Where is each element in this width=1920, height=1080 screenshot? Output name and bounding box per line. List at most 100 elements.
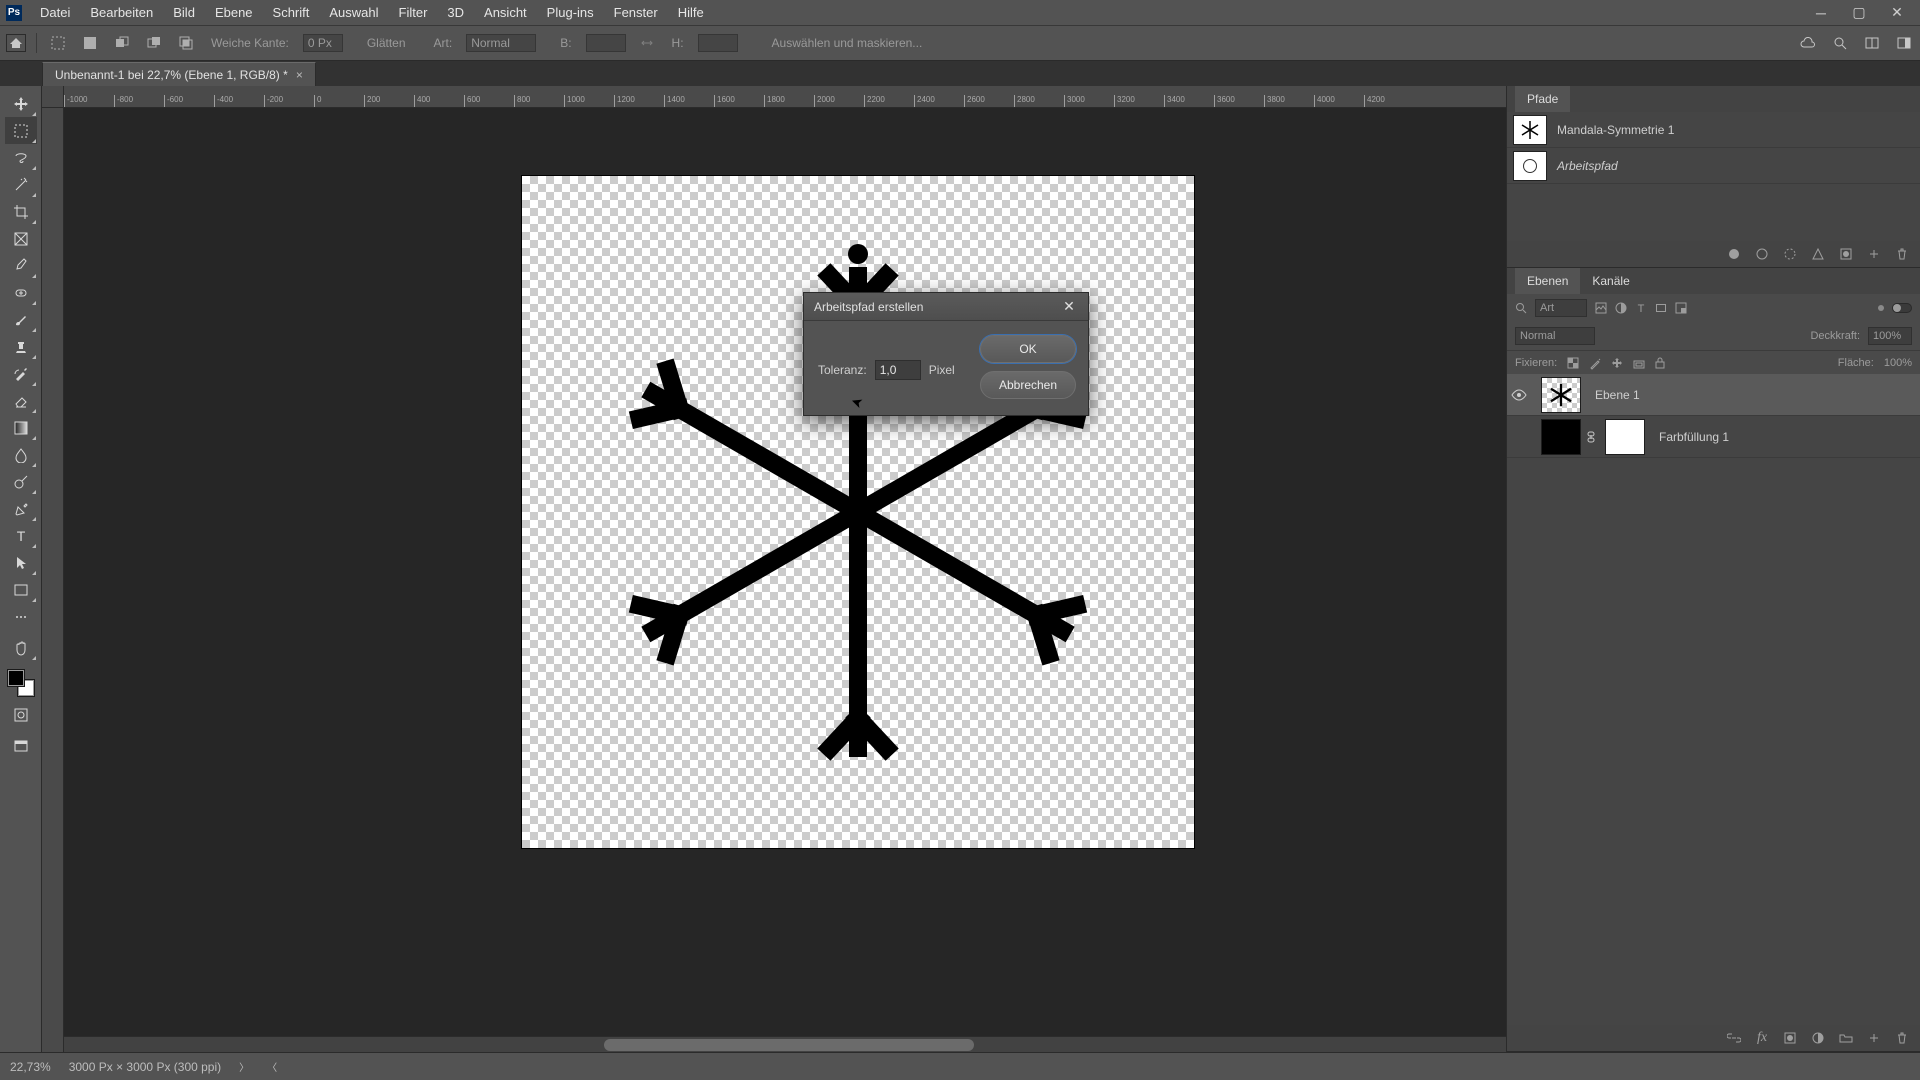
magic-wand-tool[interactable]	[5, 171, 37, 198]
path-row[interactable]: Arbeitspfad	[1507, 148, 1920, 184]
menu-item[interactable]: Plug-ins	[537, 5, 604, 20]
menu-item[interactable]: Datei	[30, 5, 80, 20]
paths-tab[interactable]: Pfade	[1515, 86, 1570, 112]
crop-tool[interactable]	[5, 198, 37, 225]
layer-row[interactable]: Farbfüllung 1	[1507, 416, 1920, 458]
marquee-icon[interactable]	[47, 33, 69, 53]
fill-path-icon[interactable]	[1726, 246, 1742, 262]
type-tool[interactable]: T	[5, 522, 37, 549]
new-layer-icon[interactable]	[1866, 1030, 1882, 1046]
healing-brush-tool[interactable]	[5, 279, 37, 306]
menu-item[interactable]: Bild	[163, 5, 205, 20]
visibility-toggle-icon[interactable]	[1511, 389, 1535, 401]
search-icon[interactable]	[1515, 302, 1527, 314]
layer-link-icon[interactable]	[1587, 430, 1599, 444]
filter-shape-icon[interactable]	[1655, 301, 1667, 315]
swap-wh-icon[interactable]	[636, 33, 658, 53]
menu-item[interactable]: Ansicht	[474, 5, 537, 20]
new-group-icon[interactable]	[1838, 1030, 1854, 1046]
doc-info-prev-icon[interactable]: 〈	[267, 1059, 277, 1074]
intersect-selection-icon[interactable]	[175, 33, 197, 53]
layer-style-icon[interactable]: fx	[1754, 1030, 1770, 1046]
layers-tab[interactable]: Ebenen	[1515, 268, 1580, 294]
delete-path-icon[interactable]	[1894, 246, 1910, 262]
search-icon[interactable]	[1830, 33, 1850, 53]
add-mask-from-path-icon[interactable]	[1838, 246, 1854, 262]
home-icon[interactable]	[6, 34, 26, 52]
screen-mode-icon[interactable]	[5, 732, 37, 759]
menu-item[interactable]: Fenster	[604, 5, 668, 20]
clone-stamp-tool[interactable]	[5, 333, 37, 360]
menu-item[interactable]: Bearbeiten	[80, 5, 163, 20]
close-dialog-icon[interactable]: ✕	[1060, 298, 1078, 316]
ruler-horizontal[interactable]: -1000-800-600-400-2000200400600800100012…	[64, 86, 1506, 108]
dodge-tool[interactable]	[5, 468, 37, 495]
ruler-origin-icon[interactable]	[42, 86, 64, 108]
move-tool[interactable]	[5, 90, 37, 117]
menu-item[interactable]: Ebene	[205, 5, 263, 20]
filter-pixel-icon[interactable]	[1595, 301, 1607, 315]
width-input[interactable]	[586, 34, 626, 52]
layer-row[interactable]: Ebene 1	[1507, 374, 1920, 416]
edit-toolbar-icon[interactable]	[5, 603, 37, 630]
tolerance-input[interactable]: 1,0	[875, 360, 921, 380]
ok-button[interactable]: OK	[980, 335, 1076, 363]
feather-input[interactable]: 0 Px	[303, 34, 343, 52]
minimize-icon[interactable]: ─	[1804, 3, 1838, 23]
lock-nested-icon[interactable]	[1633, 357, 1645, 369]
blur-tool[interactable]	[5, 441, 37, 468]
selection-to-path-icon[interactable]	[1810, 246, 1826, 262]
brush-tool[interactable]	[5, 306, 37, 333]
document-tab[interactable]: Unbenannt-1 bei 22,7% (Ebene 1, RGB/8) *…	[42, 62, 316, 86]
filter-type-layer-icon[interactable]: T	[1635, 301, 1647, 315]
fill-input[interactable]: 100%	[1884, 357, 1912, 369]
link-layers-icon[interactable]	[1726, 1030, 1742, 1046]
path-row[interactable]: Mandala-Symmetrie 1	[1507, 112, 1920, 148]
menu-item[interactable]: Filter	[389, 5, 438, 20]
add-selection-icon[interactable]	[111, 33, 133, 53]
pen-tool[interactable]	[5, 495, 37, 522]
menu-item[interactable]: 3D	[437, 5, 474, 20]
new-path-icon[interactable]	[1866, 246, 1882, 262]
menu-item[interactable]: Schrift	[263, 5, 320, 20]
new-selection-icon[interactable]	[79, 33, 101, 53]
lock-all-icon[interactable]	[1655, 357, 1665, 369]
quick-mask-icon[interactable]	[5, 701, 37, 728]
select-and-mask-button[interactable]: Auswählen und maskieren...	[768, 36, 927, 50]
blend-mode-select[interactable]: Normal	[1515, 327, 1595, 345]
lock-pixels-icon[interactable]	[1589, 356, 1601, 370]
doc-info[interactable]: 3000 Px × 3000 Px (300 ppi)	[69, 1060, 221, 1074]
close-tab-icon[interactable]: ×	[296, 68, 303, 82]
frame-tool[interactable]	[5, 225, 37, 252]
eraser-tool[interactable]	[5, 387, 37, 414]
eyedropper-tool[interactable]	[5, 252, 37, 279]
filter-toggle-switch[interactable]	[1892, 303, 1912, 313]
lock-transparency-icon[interactable]	[1567, 357, 1579, 369]
delete-layer-icon[interactable]	[1894, 1030, 1910, 1046]
style-select[interactable]: Normal	[466, 34, 536, 52]
filter-smart-object-icon[interactable]	[1675, 301, 1687, 315]
doc-info-chevron-icon[interactable]: 〉	[239, 1059, 249, 1074]
zoom-level[interactable]: 22,73%	[10, 1060, 51, 1074]
ruler-vertical[interactable]	[42, 108, 64, 1052]
new-adjustment-layer-icon[interactable]	[1810, 1030, 1826, 1046]
document-canvas[interactable]	[522, 176, 1194, 848]
stroke-path-icon[interactable]	[1754, 246, 1770, 262]
cancel-button[interactable]: Abbrechen	[980, 371, 1076, 399]
path-selection-tool[interactable]	[5, 549, 37, 576]
arrange-docs-icon[interactable]	[1862, 33, 1882, 53]
channels-tab[interactable]: Kanäle	[1580, 268, 1641, 294]
hand-tool[interactable]	[5, 634, 37, 661]
rectangle-tool[interactable]	[5, 576, 37, 603]
history-brush-tool[interactable]	[5, 360, 37, 387]
menu-item[interactable]: Hilfe	[668, 5, 714, 20]
subtract-selection-icon[interactable]	[143, 33, 165, 53]
add-mask-icon[interactable]	[1782, 1030, 1798, 1046]
marquee-tool[interactable]	[5, 117, 37, 144]
opacity-input[interactable]: 100%	[1868, 327, 1912, 345]
color-swatches[interactable]	[7, 669, 35, 697]
lock-position-icon[interactable]	[1611, 357, 1623, 369]
filter-adjustment-icon[interactable]	[1615, 301, 1627, 315]
path-to-selection-icon[interactable]	[1782, 246, 1798, 262]
maximize-icon[interactable]: ▢	[1842, 3, 1876, 23]
